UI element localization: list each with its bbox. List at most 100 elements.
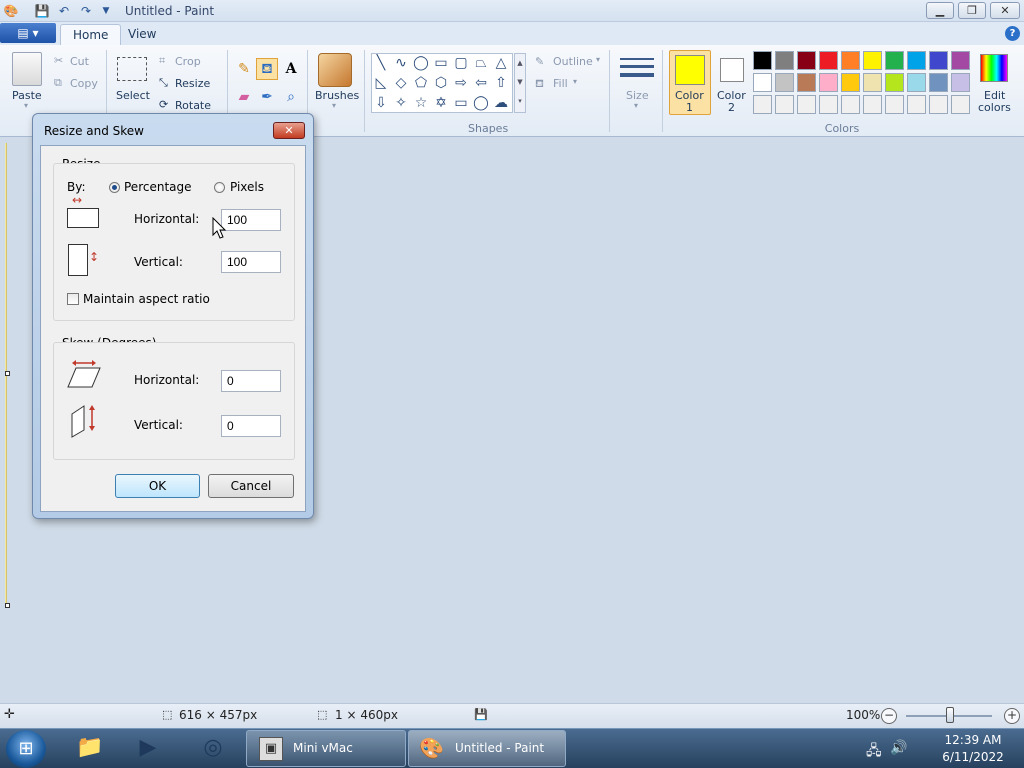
four-point-star-shape-icon[interactable]: ✧ [392,94,410,112]
dialog-close-button[interactable]: ✕ [273,122,305,139]
magnifier-icon[interactable]: ⌕ [280,86,302,108]
paint-menu-button[interactable]: ▤ ▾ [0,23,56,43]
zoom-slider-thumb[interactable] [946,707,954,723]
palette-swatch[interactable] [753,51,772,70]
palette-swatch[interactable] [929,95,948,114]
size-icon[interactable] [620,56,654,84]
chrome-icon[interactable]: ◎ [195,732,231,764]
ok-button[interactable]: OK [115,474,200,498]
close-window-button[interactable]: ✕ [990,2,1020,19]
start-button[interactable]: ⊞ [6,730,46,768]
palette-swatch[interactable] [929,51,948,70]
palette-swatch[interactable] [819,73,838,92]
palette-swatch[interactable] [951,51,970,70]
fill-button[interactable]: Fill [553,77,568,90]
brushes-dropdown-icon[interactable]: ▾ [332,101,336,110]
copy-button[interactable]: Copy [70,77,98,90]
palette-swatch[interactable] [885,51,904,70]
palette-swatch[interactable] [797,95,816,114]
edit-colors-label-2[interactable]: colors [978,101,1011,114]
percentage-label[interactable]: Percentage [124,180,192,194]
taskbar-paint[interactable]: 🎨 Untitled - Paint [408,730,566,767]
rounded-callout-shape-icon[interactable]: ▭ [452,94,470,112]
resize-horizontal-input[interactable] [221,209,281,231]
palette-swatch[interactable] [841,51,860,70]
oval-callout-shape-icon[interactable]: ◯ [472,94,490,112]
outline-button[interactable]: Outline [553,55,593,68]
palette-swatch[interactable] [841,95,860,114]
resize-handle-right[interactable] [5,371,10,376]
select-icon[interactable] [117,57,147,81]
down-arrow-shape-icon[interactable]: ⇩ [372,94,390,112]
paste-dropdown-icon[interactable]: ▾ [24,101,28,110]
six-point-star-shape-icon[interactable]: ✡ [432,94,450,112]
pixels-label[interactable]: Pixels [230,180,264,194]
save-icon[interactable]: 💾 [34,3,50,19]
taskbar-minivmac[interactable]: ▣ Mini vMac [246,730,406,767]
brushes-button[interactable]: Brushes [315,89,359,102]
redo-icon[interactable]: ↷ [78,3,94,19]
cloud-callout-shape-icon[interactable]: ☁ [492,94,510,112]
diamond-shape-icon[interactable]: ◇ [392,74,410,92]
clock-time[interactable]: 12:39 AM [935,733,1011,747]
palette-swatch[interactable] [753,95,772,114]
palette-swatch[interactable] [863,73,882,92]
rectangle-shape-icon[interactable]: ▭ [432,54,450,72]
edit-colors-icon[interactable] [980,54,1008,82]
fill-dropdown-icon[interactable]: ▾ [573,77,577,86]
color-picker-icon[interactable]: ✒ [256,86,278,108]
help-icon[interactable]: ? [1005,26,1020,41]
text-tool-icon[interactable]: A [280,58,302,80]
volume-icon[interactable]: 🔊 [890,740,907,756]
palette-swatch[interactable] [951,95,970,114]
palette-swatch[interactable] [907,73,926,92]
select-button[interactable]: Select [116,89,150,102]
resize-button[interactable]: Resize [175,77,210,90]
pixels-radio[interactable] [214,182,225,193]
eraser-icon[interactable]: ▰ [233,86,255,108]
percentage-radio[interactable] [109,182,120,193]
five-point-star-shape-icon[interactable]: ☆ [412,94,430,112]
network-icon[interactable]: 🖧 [866,740,882,764]
palette-swatch[interactable] [819,51,838,70]
right-triangle-shape-icon[interactable]: ◺ [372,74,390,92]
pentagon-shape-icon[interactable]: ⬠ [412,74,430,92]
hexagon-shape-icon[interactable]: ⬡ [432,74,450,92]
color2-swatch[interactable] [720,58,744,82]
palette-swatch[interactable] [863,95,882,114]
cut-button[interactable]: Cut [70,55,89,68]
palette-swatch[interactable] [819,95,838,114]
shapes-scrollbar[interactable]: ▲ ▼ ▾ [514,53,526,113]
clock-date[interactable]: 6/11/2022 [935,750,1011,764]
palette-swatch[interactable] [951,73,970,92]
cancel-button[interactable]: Cancel [208,474,294,498]
palette-swatch[interactable] [775,95,794,114]
palette-swatch[interactable] [863,51,882,70]
palette-swatch[interactable] [797,51,816,70]
up-arrow-shape-icon[interactable]: ⇧ [492,74,510,92]
resize-vertical-input[interactable] [221,251,281,273]
palette-swatch[interactable] [775,73,794,92]
resize-handle-bottom[interactable] [5,603,10,608]
maintain-aspect-label[interactable]: Maintain aspect ratio [83,292,210,306]
size-dropdown-icon[interactable]: ▾ [634,101,638,110]
customize-qat-icon[interactable]: ▼ [98,3,114,19]
curve-shape-icon[interactable]: ∿ [392,54,410,72]
skew-horizontal-input[interactable] [221,370,281,392]
tab-home[interactable]: Home [60,24,122,45]
left-arrow-shape-icon[interactable]: ⇦ [472,74,490,92]
maximize-button[interactable]: ❐ [958,2,986,19]
palette-swatch[interactable] [841,73,860,92]
brushes-icon[interactable] [318,53,352,87]
skew-vertical-input[interactable] [221,415,281,437]
file-explorer-icon[interactable]: 📁 [72,732,108,764]
rotate-button[interactable]: Rotate [175,99,211,112]
palette-swatch[interactable] [929,73,948,92]
polygon-shape-icon[interactable]: ⏢ [472,54,490,72]
outline-dropdown-icon[interactable]: ▾ [596,55,600,64]
crop-button[interactable]: Crop [175,55,201,68]
palette-swatch[interactable] [753,73,772,92]
media-player-icon[interactable]: ▶ [130,732,166,764]
palette-swatch[interactable] [907,51,926,70]
undo-icon[interactable]: ↶ [56,3,72,19]
